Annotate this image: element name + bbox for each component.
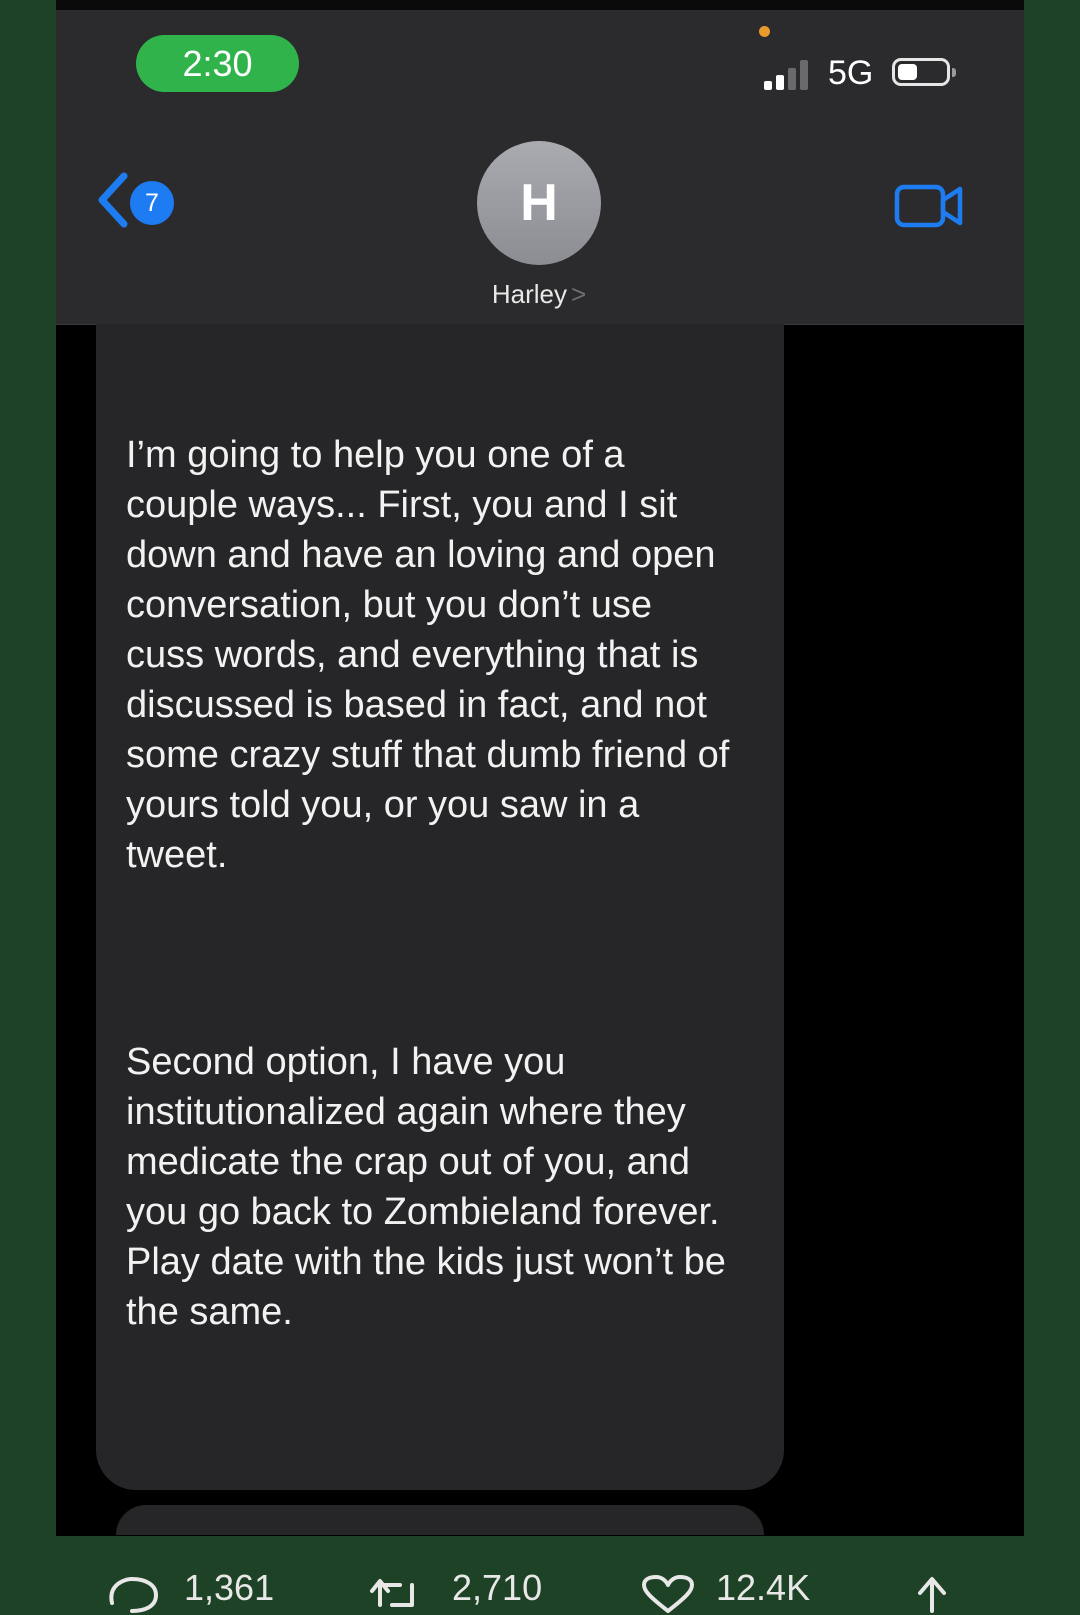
reply-count: 1,361: [184, 1567, 275, 1608]
contact-name-row[interactable]: Harley >: [426, 274, 652, 314]
unread-count-badge[interactable]: 7: [130, 181, 174, 225]
like-icon[interactable]: [640, 1575, 696, 1615]
conversation-header: 2:30 5G 7 H Harley >: [56, 10, 1024, 325]
share-icon[interactable]: [912, 1575, 952, 1615]
network-type: 5G: [828, 54, 874, 92]
next-message-bubble: [116, 1505, 764, 1535]
like-count: 12.4K: [716, 1567, 811, 1608]
privacy-indicator-dot: [759, 26, 770, 37]
top-strip: [56, 0, 1024, 10]
message-text: Second option, I have you institutionali…: [126, 1041, 726, 1333]
repost-count: 2,710: [452, 1567, 543, 1608]
contact-name: Harley: [491, 279, 567, 309]
back-chevron-icon[interactable]: [94, 170, 132, 230]
signal-icon: [764, 57, 812, 90]
video-call-icon[interactable]: [894, 182, 964, 230]
contact-avatar[interactable]: H: [477, 141, 601, 265]
message-text: I’m going to help you one of a couple wa…: [126, 434, 730, 876]
battery-icon: [892, 58, 956, 86]
reply-icon[interactable]: [104, 1575, 160, 1615]
chevron-right-icon: >: [570, 279, 587, 309]
phone-screenshot: 2:30 5G 7 H Harley > I’m going to help yo…: [56, 0, 1024, 1595]
status-time[interactable]: 2:30: [136, 35, 299, 92]
repost-icon[interactable]: [368, 1575, 424, 1615]
